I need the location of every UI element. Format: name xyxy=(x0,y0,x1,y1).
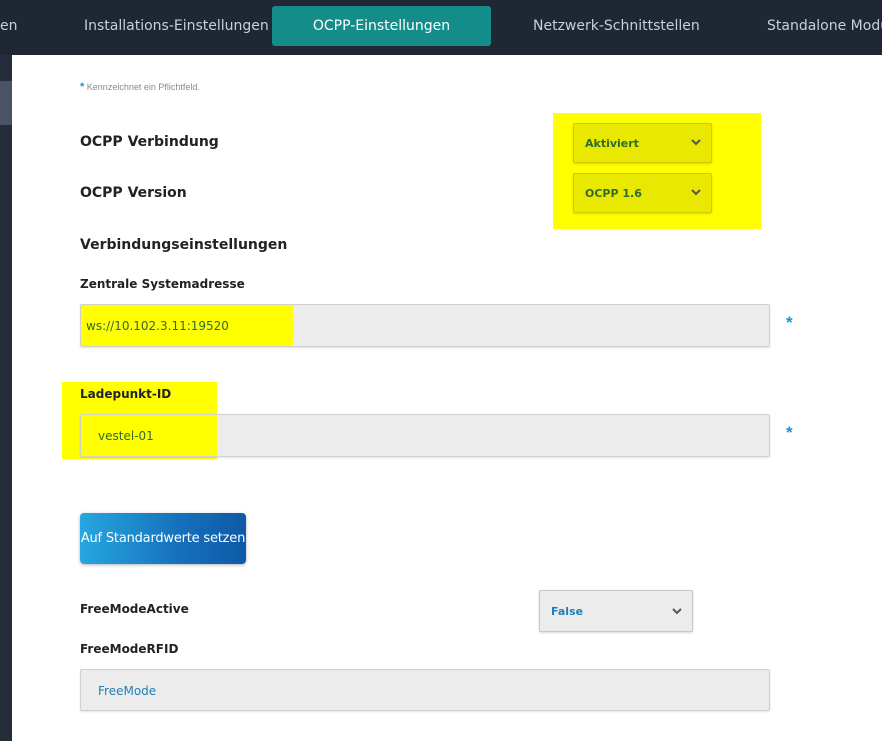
tab-ocpp-settings[interactable]: OCPP-Einstellungen xyxy=(272,6,491,46)
input-background xyxy=(293,305,769,346)
ocpp-version-value: OCPP 1.6 xyxy=(585,187,642,200)
chevron-down-icon xyxy=(691,139,701,146)
required-star: * xyxy=(80,81,85,93)
free-mode-rfid-input[interactable]: FreeMode xyxy=(80,669,770,711)
top-navigation: en Installations-Einstellungen OCPP-Eins… xyxy=(0,0,882,55)
required-note-text: Kennzeichnet ein Pflichtfeld. xyxy=(86,82,200,92)
charge-point-id-input[interactable]: vestel-01 xyxy=(80,414,770,457)
charge-point-id-label: Ladepunkt-ID xyxy=(80,387,172,401)
chevron-down-icon xyxy=(691,189,701,196)
reset-defaults-button[interactable]: Auf Standardwerte setzen xyxy=(80,513,246,564)
free-mode-active-label: FreeModeActive xyxy=(80,602,189,616)
input-background xyxy=(217,415,769,456)
tab-previous[interactable]: en xyxy=(0,6,20,46)
ocpp-connection-value: Aktiviert xyxy=(585,137,639,150)
sidebar-selected-item[interactable] xyxy=(0,81,12,125)
ocpp-version-label: OCPP Version xyxy=(80,185,187,201)
central-system-address-input[interactable]: ws://10.102.3.11:19520 xyxy=(80,304,770,347)
free-mode-rfid-label: FreeModeRFID xyxy=(80,642,179,656)
free-mode-rfid-value: FreeMode xyxy=(98,684,157,698)
tab-installation-settings[interactable]: Installations-Einstellungen xyxy=(84,6,269,46)
required-field-note: * Kennzeichnet ein Pflichtfeld. xyxy=(80,81,200,93)
required-marker: * xyxy=(786,423,793,442)
central-system-address-label: Zentrale Systemadresse xyxy=(80,277,245,291)
charge-point-id-value: vestel-01 xyxy=(98,429,154,443)
free-mode-active-select[interactable]: False xyxy=(539,590,693,632)
free-mode-active-value: False xyxy=(551,605,584,618)
ocpp-connection-label: OCPP Verbindung xyxy=(80,134,219,150)
tab-standalone-mode[interactable]: Standalone Modus xyxy=(767,6,882,46)
ocpp-version-select[interactable]: OCPP 1.6 xyxy=(573,173,712,213)
connection-settings-heading: Verbindungseinstellungen xyxy=(80,237,288,253)
ocpp-connection-select[interactable]: Aktiviert xyxy=(573,123,712,163)
sidebar xyxy=(0,55,12,741)
tab-network-interfaces[interactable]: Netzwerk-Schnittstellen xyxy=(533,6,700,46)
required-marker: * xyxy=(786,313,793,332)
chevron-down-icon xyxy=(672,608,682,615)
central-system-address-value: ws://10.102.3.11:19520 xyxy=(86,319,229,333)
